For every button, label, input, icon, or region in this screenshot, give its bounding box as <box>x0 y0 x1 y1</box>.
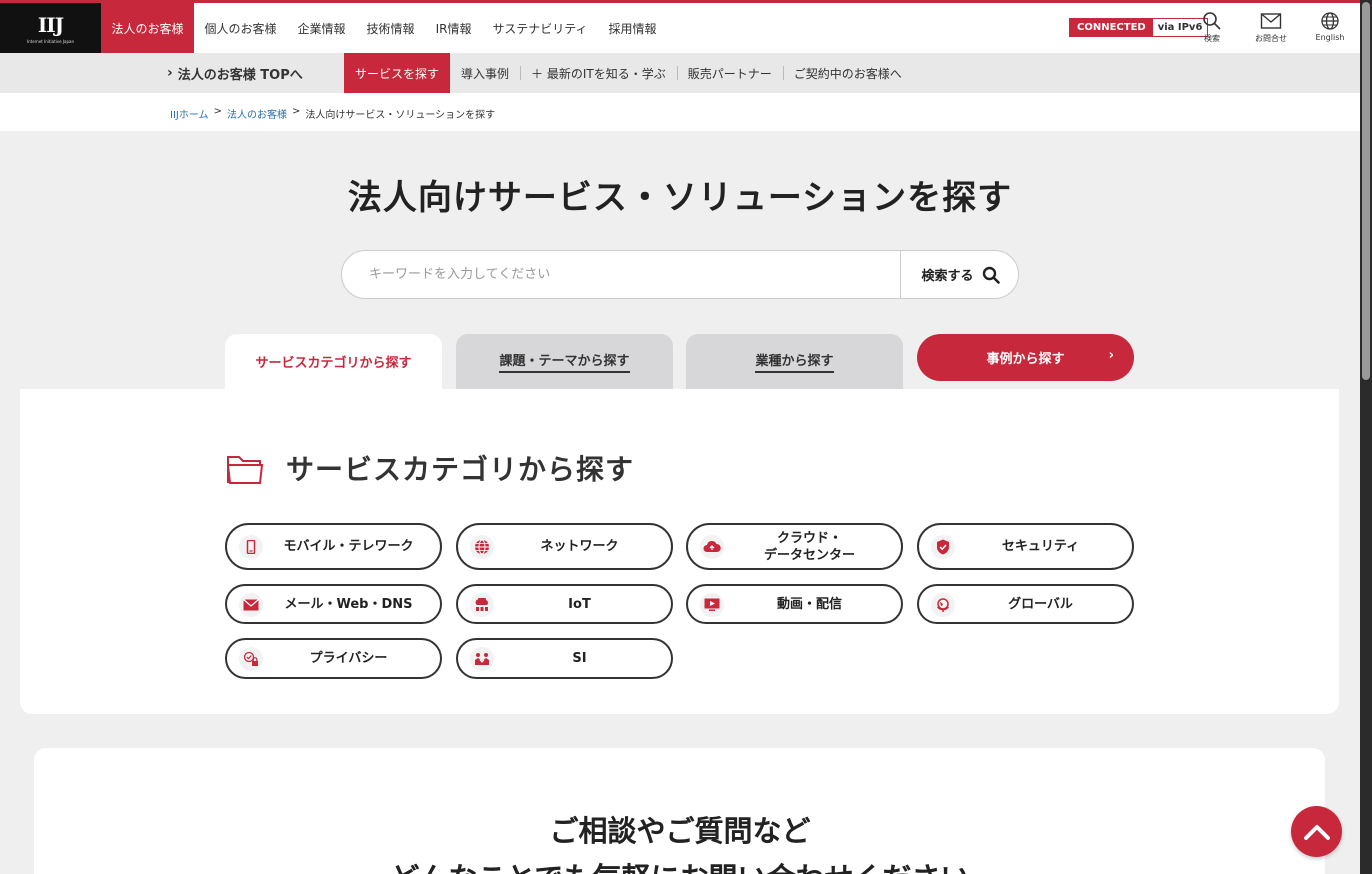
section-heading: サービスカテゴリから探す <box>226 448 634 488</box>
business-top-label: 法人のお客様 TOPへ <box>177 67 303 83</box>
business-top-link[interactable]: › 法人のお客様 TOPへ <box>167 53 303 93</box>
section-title: サービスカテゴリから探す <box>286 453 635 486</box>
main-nav: 法人のお客様 個人のお客様 企業情報 技術情報 IR情報 サステナビリティ 採用… <box>101 3 667 53</box>
nav-recruit[interactable]: 採用情報 <box>598 3 667 53</box>
category-label: モバイル・テレワーク <box>283 539 414 554</box>
tab-label: サービスカテゴリから探す <box>255 356 412 371</box>
nav-personal[interactable]: 個人のお客様 <box>194 3 287 53</box>
cloud-icon <box>700 535 724 559</box>
breadcrumb-current: 法人向けサービス・ソリューションを探す <box>305 110 496 121</box>
nav-technology[interactable]: 技術情報 <box>356 3 425 53</box>
case-button-label: 事例から探す <box>986 352 1065 367</box>
find-by-case-button[interactable]: 事例から探す › <box>917 334 1134 381</box>
subnav-learn-it[interactable]: ＋ 最新のITを知る・学ぶ <box>520 53 677 93</box>
back-to-top-button[interactable] <box>1291 806 1342 857</box>
nav-company[interactable]: 企業情報 <box>287 3 356 53</box>
breadcrumb-business[interactable]: 法人のお客様 <box>227 106 287 121</box>
category-label: メール・Web・DNS <box>284 596 413 612</box>
category-network[interactable]: ネットワーク <box>456 523 673 570</box>
chevron-right-icon: › <box>1108 348 1114 363</box>
tab-issue-theme[interactable]: 課題・テーマから探す <box>456 334 673 389</box>
nav-business[interactable]: 法人のお客様 <box>101 3 195 53</box>
logo-subtitle: Internet Initiative Japan <box>26 39 75 44</box>
breadcrumb: IIJホーム > 法人のお客様 > 法人向けサービス・ソリューションを探す <box>170 106 495 121</box>
page-title: 法人向けサービス・ソリューションを探す <box>347 178 1013 218</box>
si-icon <box>470 647 494 671</box>
site-header: IIJ Internet Initiative Japan 法人のお客様 個人の… <box>0 0 1360 53</box>
category-si[interactable]: SI <box>456 638 673 679</box>
category-label: IoT <box>568 596 591 612</box>
nav-ir[interactable]: IR情報 <box>425 3 482 53</box>
category-label: SI <box>572 651 587 666</box>
header-search-button[interactable]: 検索 <box>1187 11 1237 44</box>
contact-label: お問合せ <box>1255 34 1287 43</box>
category-label: 動画・配信 <box>776 596 842 612</box>
breadcrumb-separator: > <box>291 106 301 117</box>
breadcrumb-bar: IIJホーム > 法人のお客様 > 法人向けサービス・ソリューションを探す <box>0 93 1360 131</box>
category-label: セキュリティ <box>1001 539 1080 554</box>
category-global[interactable]: グローバル <box>917 584 1134 624</box>
tab-industry[interactable]: 業種から探す <box>686 334 903 389</box>
category-mail-web-dns[interactable]: メール・Web・DNS <box>225 584 442 624</box>
subnav-partners[interactable]: 販売パートナー <box>676 53 783 93</box>
category-mobile-telework[interactable]: モバイル・テレワーク <box>225 523 442 570</box>
search-icon <box>982 266 1000 284</box>
chevron-right-icon: › <box>167 65 173 81</box>
subnav-find-services[interactable]: サービスを探す <box>344 53 451 93</box>
tab-label: 課題・テーマから探す <box>499 350 630 373</box>
mail-icon <box>239 593 263 617</box>
header-contact-button[interactable]: お問合せ <box>1246 11 1296 44</box>
search-label: 検索 <box>1204 34 1220 43</box>
search-button-label: 検索する <box>921 269 974 284</box>
shield-icon <box>931 535 955 559</box>
category-label: グローバル <box>1008 596 1073 612</box>
service-category-panel <box>20 389 1339 714</box>
breadcrumb-separator: > <box>213 106 222 117</box>
contact-heading-line1: ご相談やご質問など <box>549 814 811 848</box>
search-icon <box>1203 12 1221 30</box>
category-security[interactable]: セキュリティ <box>917 523 1134 570</box>
tab-service-category[interactable]: サービスカテゴリから探す <box>225 334 442 389</box>
connected-text: CONNECTED <box>1070 19 1153 36</box>
category-cloud-datacenter[interactable]: クラウド・ データセンター <box>686 523 903 570</box>
category-label: プライバシー <box>309 651 388 666</box>
search-input[interactable] <box>342 251 900 298</box>
nav-sustainability[interactable]: サステナビリティ <box>482 3 598 53</box>
privacy-lock-icon <box>239 647 263 671</box>
mobile-icon <box>239 535 263 559</box>
mail-icon <box>1260 13 1282 29</box>
globe-icon <box>931 593 955 617</box>
iot-icon <box>470 593 494 617</box>
search-box: 検索する <box>341 250 1019 299</box>
chevron-up-icon <box>1303 824 1330 840</box>
scrollbar-thumb[interactable] <box>1362 2 1370 380</box>
sub-nav-tabs: サービスを探す 導入事例 ＋ 最新のITを知る・学ぶ 販売パートナー ご契約中の… <box>344 53 913 93</box>
subnav-customers[interactable]: ご契約中のお客様へ <box>782 53 913 93</box>
category-label: ネットワーク <box>540 539 619 554</box>
iij-logo[interactable]: IIJ Internet Initiative Japan <box>0 3 101 53</box>
category-privacy[interactable]: プライバシー <box>225 638 442 679</box>
category-label: クラウド・ データセンター <box>763 530 855 563</box>
tab-label: 業種から探す <box>755 350 834 373</box>
folder-icon <box>226 456 264 484</box>
header-english-button[interactable]: English <box>1305 11 1355 42</box>
logo-mark: IIJ <box>37 13 64 37</box>
english-label: English <box>1315 33 1345 42</box>
breadcrumb-home[interactable]: IIJホーム <box>170 106 209 121</box>
video-icon <box>700 593 724 617</box>
globe-icon <box>1321 12 1339 30</box>
contact-heading-line2: どんなことでも気軽にお問い合わせください <box>0 855 1360 874</box>
search-submit-button[interactable]: 検索する <box>900 251 1018 298</box>
subnav-case-studies[interactable]: 導入事例 <box>450 53 520 93</box>
sub-nav: › 法人のお客様 TOPへ サービスを探す 導入事例 ＋ 最新のITを知る・学ぶ… <box>0 53 1360 93</box>
category-video-streaming[interactable]: 動画・配信 <box>686 584 903 624</box>
globe-network-icon <box>470 535 494 559</box>
category-iot[interactable]: IoT <box>456 584 673 624</box>
page-scrollbar[interactable] <box>1360 0 1372 874</box>
